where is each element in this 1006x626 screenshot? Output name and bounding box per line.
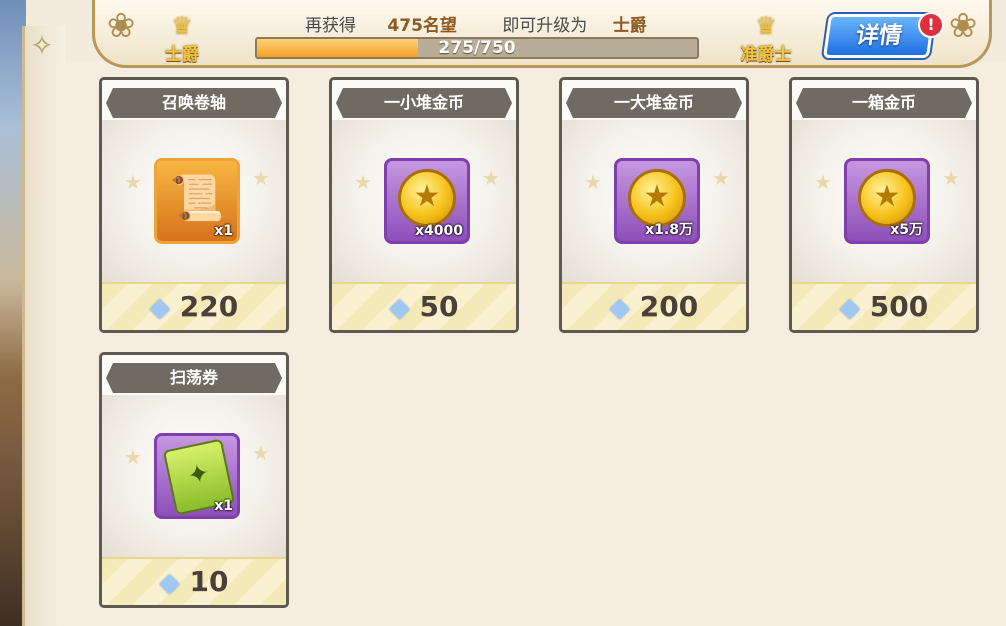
- progress-text: 275/750: [438, 38, 516, 58]
- diamond-icon: ◆: [149, 293, 170, 323]
- next-rank-label: 准爵士: [740, 45, 792, 65]
- item-frame: ★ x5万: [844, 158, 930, 244]
- diamond-icon: ◆: [159, 568, 180, 598]
- prompt-middle: 即可升级为: [502, 16, 588, 36]
- diamond-icon: ◆: [389, 293, 410, 323]
- prestige-needed: 475名望: [387, 16, 457, 36]
- item-title: 一小堆金币: [336, 88, 512, 118]
- price-value: 220: [179, 290, 239, 323]
- item-title: 扫荡券: [106, 363, 282, 393]
- item-frame: ✦ x1: [154, 433, 240, 519]
- item-quantity: x1: [214, 223, 233, 239]
- summon-scroll-icon: 📜: [169, 173, 225, 224]
- item-title: 一大堆金币: [566, 88, 742, 118]
- buy-price-button[interactable]: ◆ 500: [792, 282, 976, 330]
- item-title: 一箱金币: [796, 88, 972, 118]
- item-quantity: x5万: [890, 222, 923, 238]
- star-decor-icon: ★: [712, 166, 730, 190]
- star-decor-icon: ★: [252, 441, 270, 465]
- price-value: 10: [189, 565, 229, 598]
- item-quantity: x4000: [415, 223, 463, 239]
- star-decor-icon: ★: [584, 170, 602, 194]
- price-value: 500: [869, 290, 929, 323]
- gold-coin-icon: ★: [398, 169, 456, 227]
- item-quantity: x1: [214, 498, 233, 514]
- prompt-prefix: 再获得: [305, 16, 356, 36]
- swirl-ornament-icon: ❀: [948, 6, 978, 46]
- buy-price-button[interactable]: ◆ 200: [562, 282, 746, 330]
- buy-price-button[interactable]: ◆ 220: [102, 282, 286, 330]
- item-frame: ★ x4000: [384, 158, 470, 244]
- price-value: 50: [419, 290, 459, 323]
- shop-item-card[interactable]: 召唤卷轴 ★ ★ 📜 x1 ◆ 220: [99, 77, 289, 333]
- star-decor-icon: ★: [942, 166, 960, 190]
- shop-item-card[interactable]: 一大堆金币 ★ ★ ★ x1.8万 ◆ 200: [559, 77, 749, 333]
- next-rank-badge: ♛ 准爵士: [731, 12, 801, 65]
- star-decor-icon: ★: [354, 170, 372, 194]
- star-decor-icon: ★: [482, 166, 500, 190]
- ornament-icon: ✧: [30, 29, 54, 62]
- star-decor-icon: ★: [252, 166, 270, 190]
- current-rank-label: 士爵: [165, 45, 199, 65]
- buy-price-button[interactable]: ◆ 50: [332, 282, 516, 330]
- diamond-icon: ◆: [609, 293, 630, 323]
- star-decor-icon: ★: [124, 445, 142, 469]
- item-frame: ★ x1.8万: [614, 158, 700, 244]
- details-label: 详情: [854, 23, 904, 49]
- swirl-ornament-icon: ❀: [106, 6, 136, 46]
- item-title: 召唤卷轴: [106, 88, 282, 118]
- shop-item-card[interactable]: 扫荡券 ★ ★ ✦ x1 ◆ 10: [99, 352, 289, 608]
- star-decor-icon: ★: [814, 170, 832, 194]
- shop-item-card[interactable]: 一小堆金币 ★ ★ ★ x4000 ◆ 50: [329, 77, 519, 333]
- item-quantity: x1.8万: [645, 222, 693, 238]
- buy-price-button[interactable]: ◆ 10: [102, 557, 286, 605]
- target-rank: 士爵: [612, 16, 647, 36]
- book-frame: [22, 26, 65, 626]
- alert-icon: !: [918, 12, 944, 38]
- shop-item-card[interactable]: 一箱金币 ★ ★ ★ x5万 ◆ 500: [789, 77, 979, 333]
- crown-icon: ♛: [755, 12, 777, 40]
- current-rank-badge: ♛ 士爵: [147, 12, 217, 65]
- price-value: 200: [639, 290, 699, 323]
- star-decor-icon: ★: [124, 170, 142, 194]
- upgrade-prompt: 再获得 475名望 即可升级为 士爵: [305, 11, 725, 36]
- crown-icon: ♛: [171, 12, 193, 40]
- item-frame: 📜 x1: [154, 158, 240, 244]
- prestige-progress-bar: 275/750: [255, 37, 699, 59]
- diamond-icon: ◆: [839, 293, 860, 323]
